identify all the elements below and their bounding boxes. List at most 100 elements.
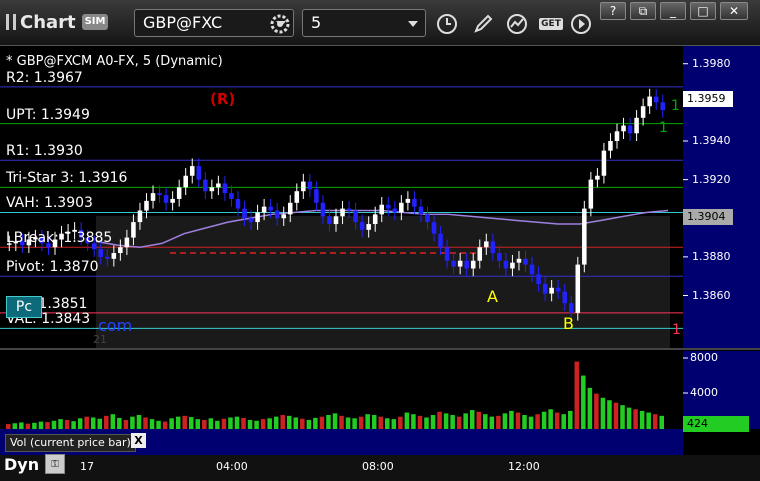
volume-bar-47 — [313, 417, 318, 429]
volume-bar-25 — [169, 418, 174, 429]
volume-bar-12 — [84, 416, 89, 429]
volume-bar-52 — [345, 417, 351, 429]
volume-bar-26 — [175, 416, 181, 429]
clock-icon[interactable] — [434, 11, 460, 37]
candle-body-85 — [562, 291, 567, 304]
pc-button[interactable]: Pc — [6, 296, 42, 318]
volume-bar-28 — [188, 417, 194, 429]
price-tick-label: 1.3880 — [692, 249, 731, 263]
candle-body-74 — [490, 241, 496, 254]
candle-body-53 — [353, 210, 358, 223]
volume-bar-72 — [476, 411, 482, 429]
volume-bar-37 — [247, 419, 253, 429]
candle-body-88 — [582, 208, 587, 265]
marker-a: A — [487, 287, 498, 306]
candle-body-18 — [124, 237, 130, 248]
play-forward-icon[interactable] — [568, 11, 594, 37]
volume-bar-92 — [607, 400, 612, 429]
symbol-value: GBP@FXC — [143, 13, 223, 32]
candle-body-62 — [412, 198, 417, 207]
get-button[interactable]: GET — [536, 11, 566, 37]
volume-bar-0 — [6, 424, 11, 429]
volume-bar-79 — [522, 415, 527, 429]
volume-bar-77 — [509, 410, 514, 429]
time-tick-0800: 08:00 — [362, 460, 394, 473]
vol-last-box: 424 — [683, 416, 749, 432]
candle-body-43 — [287, 202, 293, 215]
chevron-down-icon[interactable] — [408, 21, 418, 27]
volume-bar-53 — [352, 418, 357, 429]
candle-body-80 — [529, 264, 535, 275]
candle-body-61 — [405, 198, 411, 203]
candle-body-14 — [98, 249, 104, 257]
candle-body-46 — [307, 181, 313, 190]
volume-bar-84 — [554, 412, 560, 429]
volume-bar-19 — [130, 416, 135, 429]
faint-text: 21 — [93, 333, 107, 346]
maximize-icon[interactable]: □ — [690, 2, 716, 20]
volume-bar-58 — [385, 418, 390, 429]
volume-bar-66 — [437, 411, 442, 429]
candle-body-51 — [340, 208, 345, 217]
level-label-6: Pivot: 1.3870 — [6, 259, 99, 276]
toolbar: Chart SIM GBP@FXC 5 GET ? ⧉ _ □ ✕ — [0, 0, 760, 46]
candle-body-83 — [549, 287, 554, 294]
get-label: GET — [539, 18, 563, 30]
close-icon[interactable]: X — [131, 433, 146, 448]
settings-gear-icon[interactable] — [267, 11, 293, 37]
candle-body-66 — [438, 233, 443, 248]
candle-body-65 — [431, 222, 437, 234]
candle-body-30 — [203, 179, 208, 192]
volume-bar-10 — [71, 421, 76, 429]
candle-body-72 — [477, 247, 483, 261]
restore-window-icon[interactable]: ⧉ — [630, 2, 656, 20]
lock-icon[interactable]: ⚿ — [45, 454, 65, 474]
minimize-icon[interactable]: _ — [660, 2, 686, 20]
volume-bar-21 — [143, 417, 148, 429]
candle-body-37 — [248, 218, 254, 223]
price-tick-label: 1.3980 — [692, 56, 731, 70]
candle-body-89 — [588, 179, 594, 209]
volume-bar-11 — [77, 418, 83, 429]
candle-body-79 — [523, 258, 528, 265]
volume-bar-18 — [123, 419, 129, 429]
volume-bar-56 — [371, 415, 377, 429]
candle-body-97 — [640, 106, 646, 118]
candle-body-21 — [144, 200, 149, 211]
close-window-icon[interactable]: ✕ — [720, 2, 748, 20]
volume-bar-55 — [365, 414, 370, 429]
candle-body-25 — [170, 198, 175, 203]
candle-body-33 — [222, 183, 228, 194]
interval-select[interactable]: 5 — [302, 9, 426, 37]
volume-bar-78 — [515, 412, 521, 429]
candle-body-78 — [516, 258, 522, 263]
candle-body-54 — [359, 222, 365, 230]
indicator-icon[interactable] — [504, 11, 530, 37]
app-title: Chart — [6, 12, 76, 33]
volume-bar-14 — [97, 418, 103, 429]
pencil-draw-icon[interactable] — [470, 11, 496, 37]
vah-price-box: 1.3904 — [683, 209, 733, 225]
chart-canvas[interactable] — [0, 46, 760, 481]
volume-bar-40 — [267, 418, 272, 429]
volume-bar-34 — [228, 417, 233, 429]
marker-b: B — [563, 314, 574, 333]
volume-bar-94 — [620, 405, 625, 429]
panel-divider — [0, 348, 760, 350]
candle-body-44 — [294, 191, 300, 203]
volume-bar-83 — [548, 409, 553, 429]
level-label-2: R1: 1.3930 — [6, 143, 83, 160]
volume-bar-50 — [332, 413, 338, 429]
volume-bar-23 — [156, 420, 161, 429]
marker-one-bot: 1 — [672, 322, 681, 338]
chart-area[interactable]: * GBP@FXCM A0-FX, 5 (Dynamic) (R) R2: 1.… — [0, 46, 760, 481]
time-tick-0400: 04:00 — [216, 460, 248, 473]
chart-title: * GBP@FXCM A0-FX, 5 (Dynamic) — [6, 54, 223, 69]
vol-tick-8000: 8000 — [690, 351, 718, 364]
volume-bar-43 — [286, 415, 292, 429]
volume-bar-54 — [358, 416, 364, 429]
volume-bar-4 — [32, 422, 37, 429]
help-icon[interactable]: ? — [600, 2, 626, 20]
volume-bar-100 — [659, 415, 664, 429]
price-tick-label: 1.3940 — [692, 133, 731, 147]
